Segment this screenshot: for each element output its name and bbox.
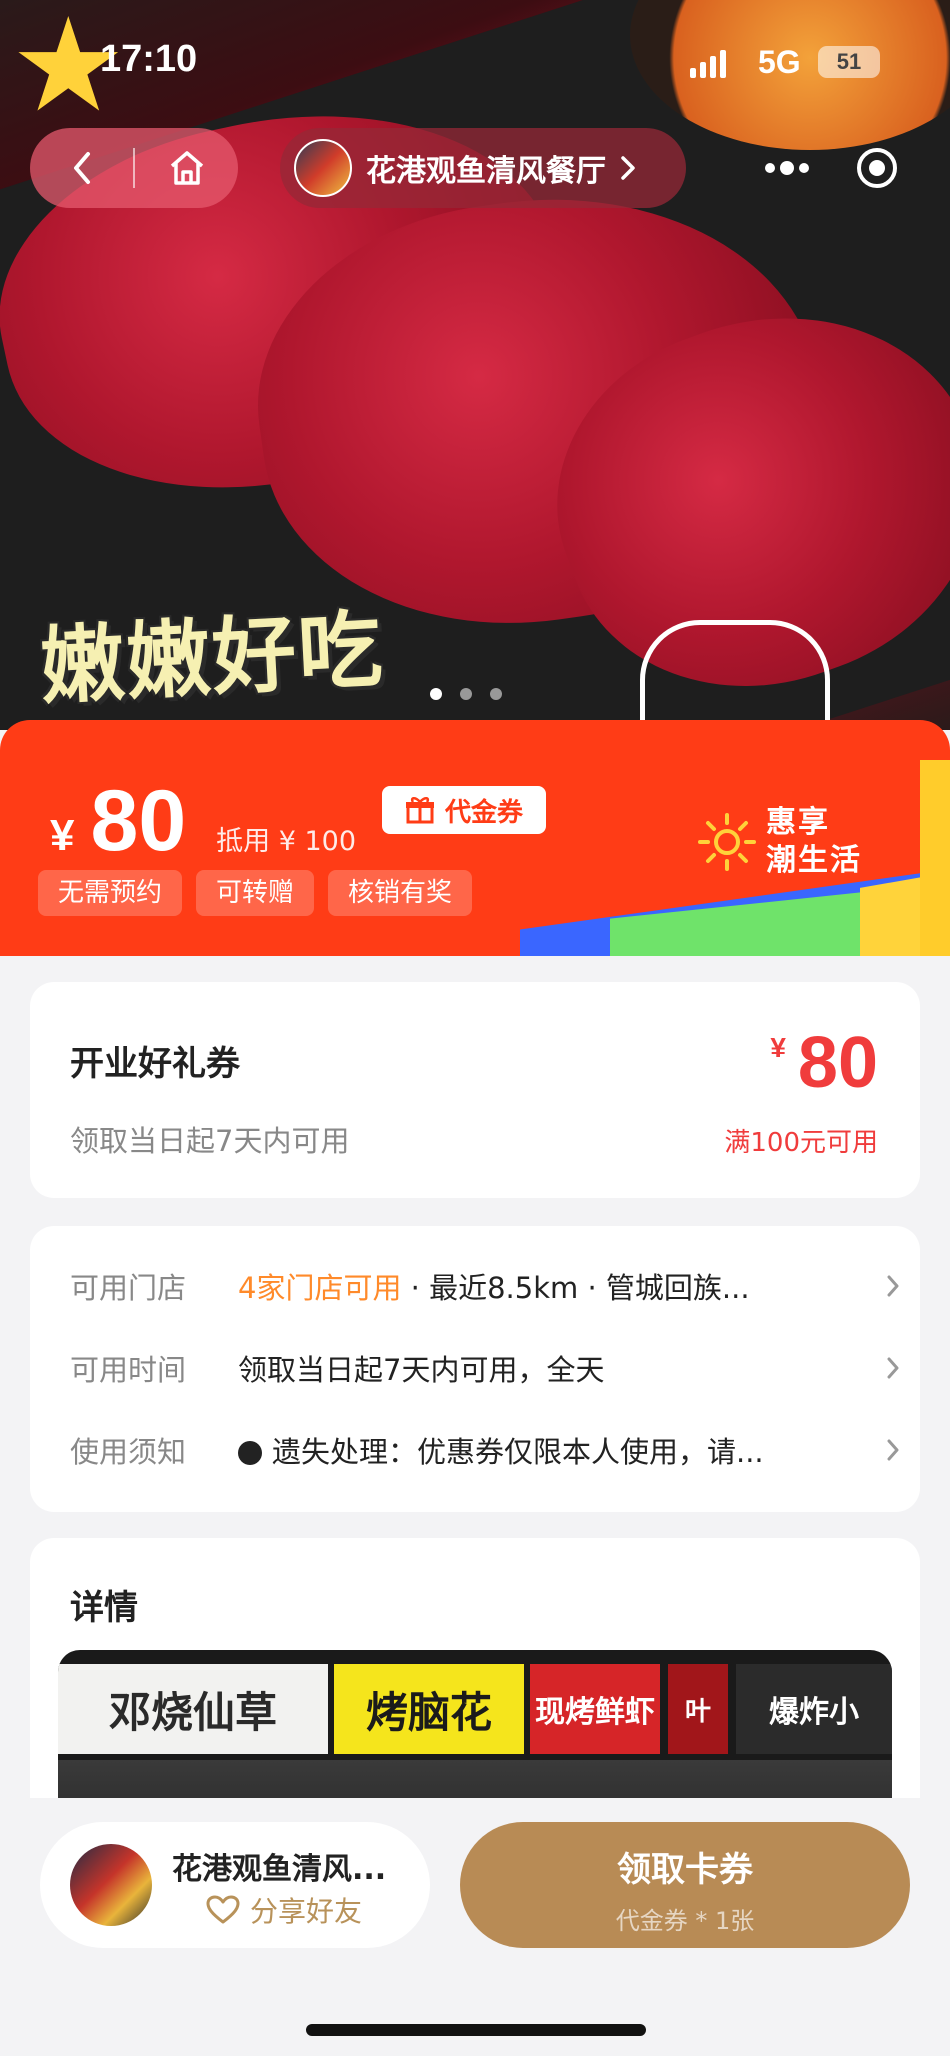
feature-tags: 无需预约 可转赠 核销有奖 [38, 870, 473, 916]
claim-coupon-button[interactable]: 领取卡券 代金券 * 1张 [460, 1822, 910, 1948]
home-button[interactable] [135, 128, 238, 208]
coupon-type-label: 代金券 [444, 797, 523, 828]
status-bar: 17:10 5G 51 [0, 0, 950, 120]
store-count: 4家门店可用 [238, 1271, 402, 1305]
store-name: 花港观鱼清风餐厅 [366, 154, 606, 189]
chevron-right-icon [887, 1357, 899, 1379]
store-distance: · 最近8.5km · 管城回族... [401, 1271, 750, 1305]
signal-icon [690, 50, 726, 78]
chevron-right-icon [887, 1439, 899, 1461]
slogan-line-1: 惠享 [766, 805, 830, 840]
voucher-currency: ¥ [770, 1032, 786, 1063]
shop-sign: 爆炸小 [736, 1664, 892, 1754]
share-label: 分享好友 [250, 1895, 363, 1928]
carousel-dot [460, 688, 472, 700]
chevron-left-icon [73, 152, 90, 184]
usage-info-card: 可用门店 4家门店可用 · 最近8.5km · 管城回族... 可用时间 领取当… [30, 1226, 920, 1512]
row-value: 领取当日起7天内可用，全天 [238, 1353, 605, 1387]
tag-no-reservation: 无需预约 [38, 870, 183, 916]
voucher-amount: 80 [797, 1023, 878, 1103]
home-indicator[interactable] [306, 2024, 646, 2036]
battery-icon: 51 [818, 46, 880, 78]
heart-icon [206, 1895, 240, 1924]
sun-icon [698, 813, 756, 871]
price-currency: ¥ [50, 811, 75, 860]
voucher-summary-card: 开业好礼券 领取当日起7天内可用 ¥ 80 满100元可用 [30, 982, 920, 1198]
price-amount: 80 [90, 773, 187, 869]
voucher-title: 开业好礼券 [70, 1044, 240, 1084]
row-available-stores[interactable]: 可用门店 4家门店可用 · 最近8.5km · 管城回族... [70, 1256, 900, 1316]
shop-sign: 叶 [668, 1664, 728, 1754]
store-avatar [294, 139, 352, 197]
row-label: 使用须知 [70, 1435, 187, 1469]
slogan-line-2: 潮生活 [766, 843, 862, 878]
shop-sign: 烤脑花 [334, 1664, 524, 1754]
detail-title: 详情 [70, 1588, 138, 1628]
coupon-detail-page: ★ 嫩嫩好吃 17:10 5G 51 花港观鱼清风餐厅 ¥ 80 抵用 ¥ 10… [0, 0, 950, 2056]
price-row: ¥ 80 抵用 ¥ 100 [50, 772, 356, 871]
share-button[interactable]: 分享好友 [206, 1890, 362, 1930]
store-avatar [70, 1844, 152, 1926]
carousel-dot [490, 688, 502, 700]
row-label: 可用门店 [70, 1271, 187, 1305]
gift-icon [405, 797, 434, 824]
coupon-type-badge: 代金券 [382, 786, 546, 834]
thumbs-up-sticker-icon [640, 620, 830, 730]
carousel-dot [430, 688, 442, 700]
chevron-right-icon [887, 1275, 899, 1297]
store-header-link[interactable]: 花港观鱼清风餐厅 [280, 128, 686, 208]
voucher-validity: 领取当日起7天内可用 [70, 1124, 350, 1158]
tag-redeem-reward: 核销有奖 [328, 870, 473, 916]
chevron-right-icon [621, 156, 635, 180]
price-banner: ¥ 80 抵用 ¥ 100 代金券 无需预约 可转赠 核销有奖 惠享 潮生活 [0, 720, 950, 956]
claim-label: 领取卡券 [617, 1850, 753, 1890]
status-time: 17:10 [100, 38, 198, 80]
claim-sublabel: 代金券 * 1张 [615, 1907, 755, 1935]
network-type: 5G [758, 44, 801, 80]
close-target-icon[interactable] [855, 146, 899, 190]
more-icon[interactable] [762, 158, 812, 178]
bullet-icon [238, 1441, 262, 1465]
offset-value: 抵用 ¥ 100 [216, 826, 357, 857]
mini-program-menu [740, 128, 920, 208]
carousel-indicator [430, 688, 502, 700]
tag-transferable: 可转赠 [196, 870, 315, 916]
row-usage-notice[interactable]: 使用须知 遗失处理：优惠券仅限本人使用，请... [70, 1420, 900, 1480]
store-share-box[interactable]: 花港观鱼清风... 分享好友 [40, 1822, 430, 1948]
voucher-value: ¥ 80 [770, 1023, 878, 1103]
row-value: 遗失处理：优惠券仅限本人使用，请... [272, 1435, 764, 1469]
shop-sign: 现烤鲜虾 [530, 1664, 660, 1754]
back-button[interactable] [30, 128, 133, 208]
voucher-condition: 满100元可用 [724, 1128, 878, 1158]
nav-capsule [30, 128, 238, 208]
hero-caption: 嫩嫩好吃 [37, 600, 387, 716]
store-name: 花港观鱼清风... [172, 1852, 387, 1887]
row-label: 可用时间 [70, 1353, 187, 1387]
promo-slogan: 惠享 潮生活 [696, 804, 862, 880]
shop-sign: 邓烧仙草 [58, 1664, 328, 1754]
home-icon [170, 151, 203, 185]
row-available-time[interactable]: 可用时间 领取当日起7天内可用，全天 [70, 1338, 900, 1398]
bottom-action-bar: 花港观鱼清风... 分享好友 领取卡券 代金券 * 1张 [0, 1798, 950, 2056]
